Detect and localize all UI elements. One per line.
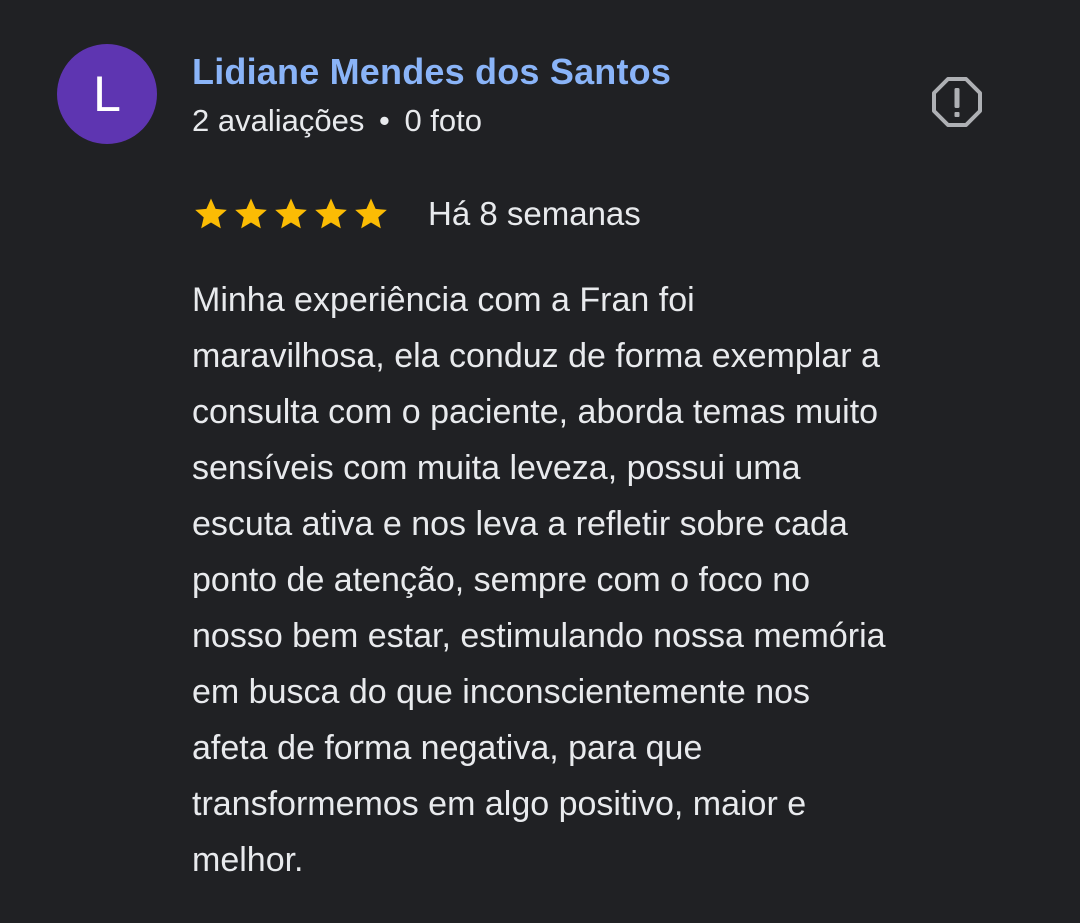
avatar[interactable]: L xyxy=(57,44,157,144)
report-icon xyxy=(932,77,982,127)
reviewer-name[interactable]: Lidiane Mendes dos Santos xyxy=(192,51,671,93)
star-rating xyxy=(192,195,390,233)
star-icon xyxy=(355,198,387,229)
star-icon xyxy=(235,198,267,229)
star-icon xyxy=(315,198,347,229)
reviewer-meta: 2 avaliações • 0 foto xyxy=(192,103,482,139)
report-button[interactable] xyxy=(928,73,986,131)
meta-separator: • xyxy=(378,103,390,138)
review-date: Há 8 semanas xyxy=(428,195,641,232)
reviews-count: 2 avaliações xyxy=(192,103,365,138)
star-icon xyxy=(195,198,227,229)
avatar-initial: L xyxy=(93,66,121,122)
rating-row: Há 8 semanas xyxy=(192,190,641,238)
review-text: Minha experiência com a Fran foi maravil… xyxy=(192,281,886,879)
star-icon xyxy=(275,198,307,229)
photos-count: 0 foto xyxy=(404,103,483,138)
